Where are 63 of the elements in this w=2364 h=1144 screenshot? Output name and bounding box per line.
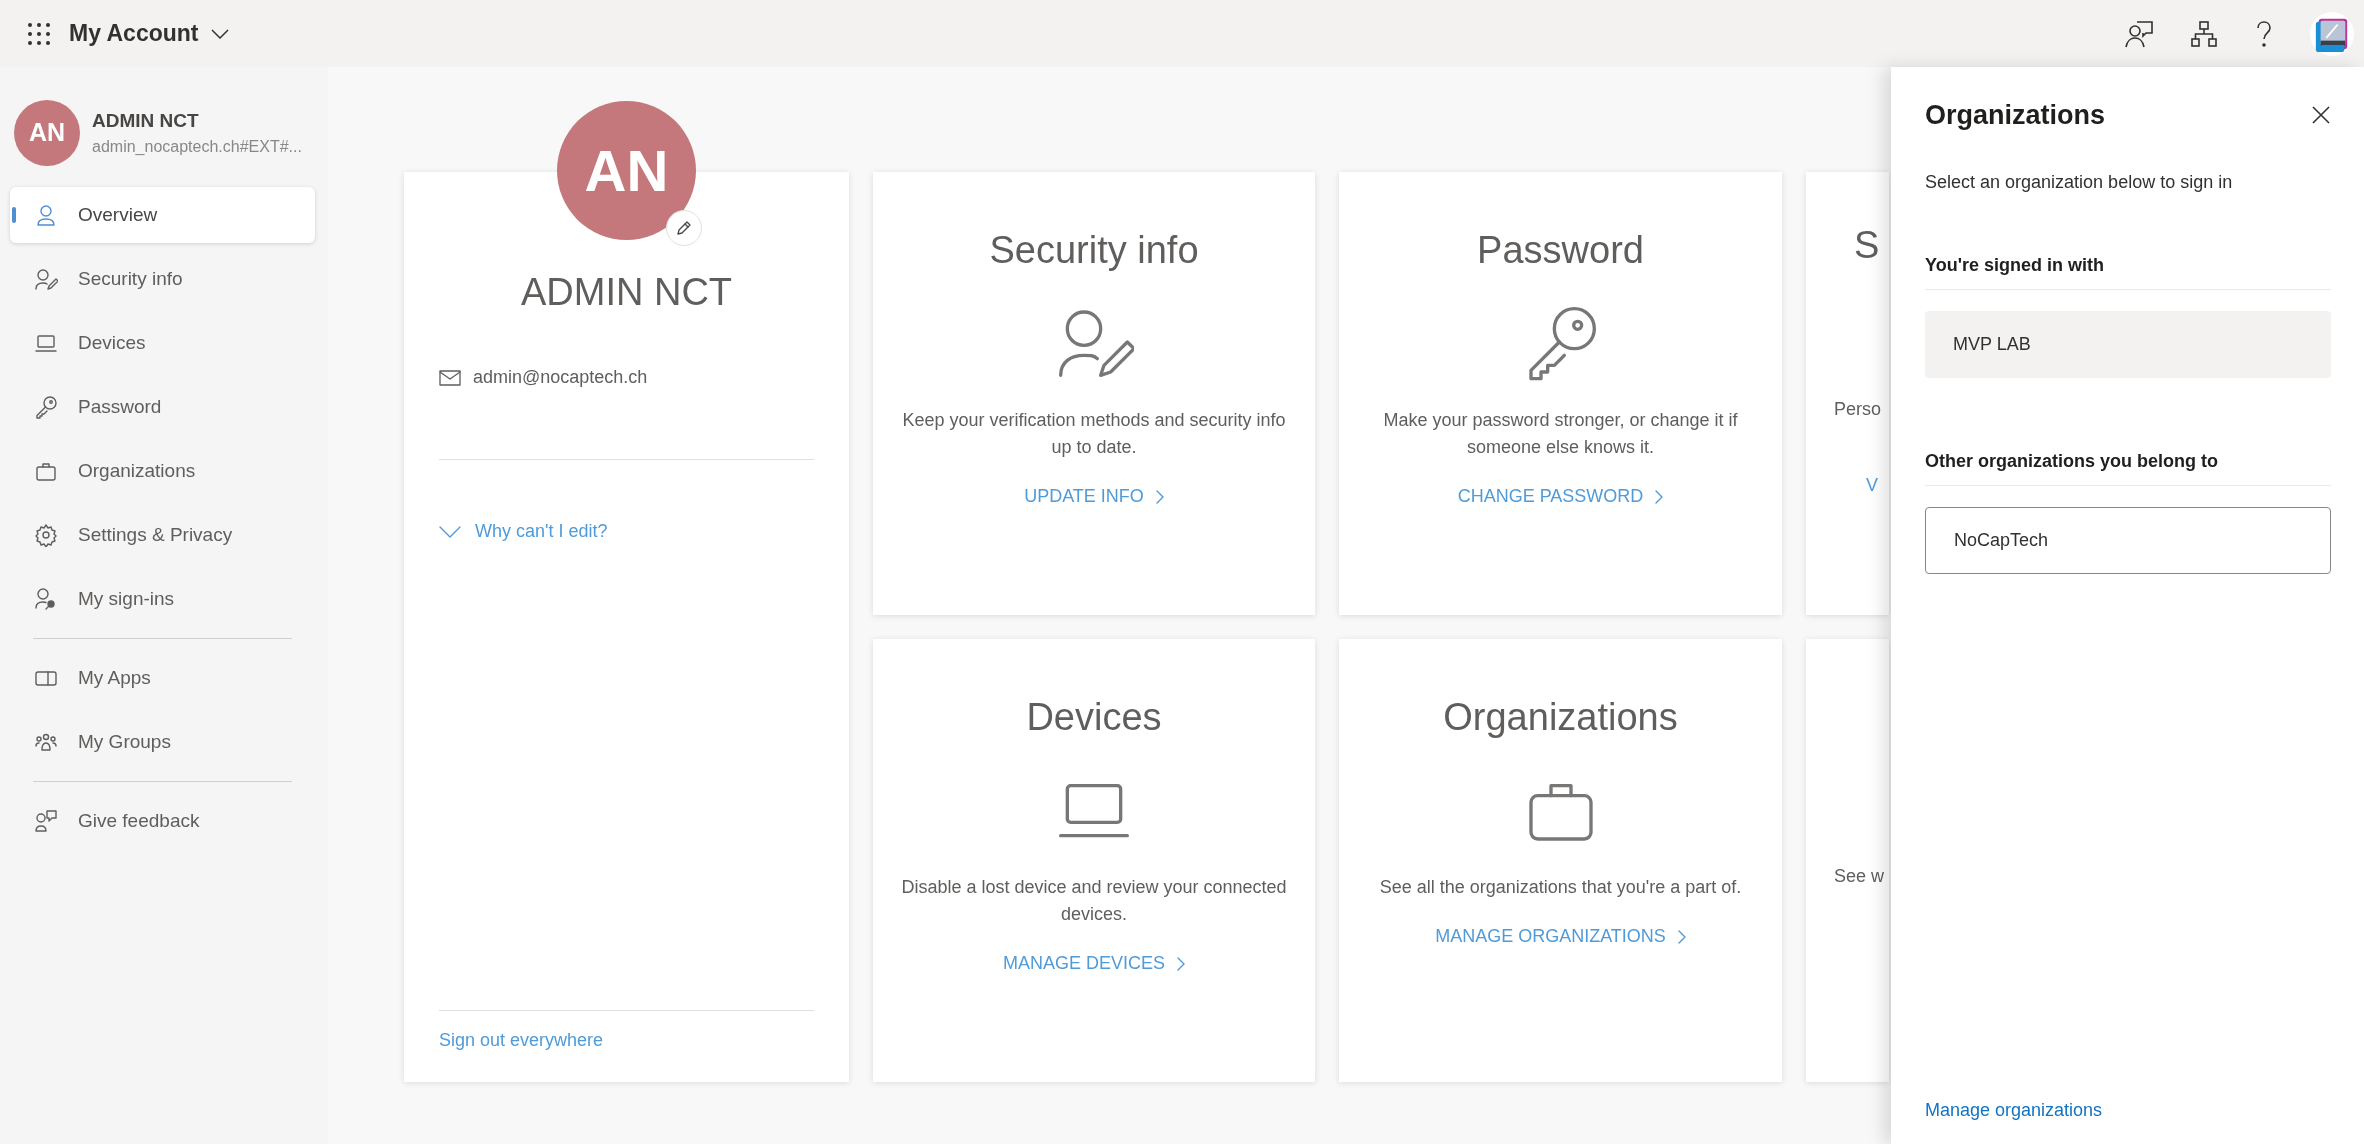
help-icon[interactable] [2254, 18, 2274, 49]
pencil-icon [675, 219, 693, 237]
section-heading: You're signed in with [1925, 251, 2331, 290]
tile-description: Make your password stronger, or change it if someone else knows it. [1382, 409, 1739, 459]
sidebar-item[interactable]: Devices [10, 315, 315, 371]
chevron-right-icon [1655, 489, 1664, 504]
why-cant-i-edit-link[interactable]: Why can't I edit? [439, 518, 608, 545]
sidebar-item[interactable]: My Apps [10, 650, 315, 706]
tile-title: Devices [1026, 695, 1162, 740]
user-name: ADMIN NCT [92, 108, 200, 133]
organization-item[interactable]: MVP LAB [1925, 310, 2331, 378]
key-icon [34, 395, 58, 419]
sidebar-item[interactable]: Overview [10, 187, 315, 243]
org-chart-icon[interactable] [2190, 19, 2218, 48]
sidebar-item[interactable]: Security info [10, 251, 315, 307]
profile-avatar: AN [557, 101, 696, 240]
sidebar-item[interactable]: Settings & Privacy [10, 507, 315, 563]
section-heading: Other organizations you belong to [1925, 447, 2331, 486]
chevron-right-icon [1155, 489, 1164, 504]
email-text: admin@nocaptech.ch [473, 366, 648, 389]
sidebar-item[interactable]: Give feedback [10, 793, 315, 849]
tile-description: Keep your verification methods and security info up to date. [901, 409, 1287, 459]
person-pencil-icon [34, 267, 58, 291]
tile-description: Disable a lost device and review your connected devices. [900, 876, 1288, 926]
person-key-icon [34, 587, 58, 611]
feedback-icon [34, 809, 58, 833]
sidebar-item[interactable]: My Groups [10, 714, 315, 770]
tile-title: Password [1477, 228, 1644, 273]
tile-description: See w [1833, 865, 1886, 888]
app-title[interactable]: My Account [69, 16, 229, 51]
mail-icon [439, 369, 461, 386]
sidebar-item[interactable]: Password [10, 379, 315, 435]
edit-photo-button[interactable] [666, 210, 702, 246]
chevron-down-icon [439, 525, 461, 538]
tile-description: See all the organizations that you're a part of. [1379, 876, 1742, 899]
tile-title: Organizations [1443, 695, 1678, 740]
panel-instruction: Select an organization below to sign in [1925, 170, 2234, 194]
gear-icon [34, 523, 58, 547]
profile-avatar-icon[interactable] [2310, 11, 2354, 56]
person-icon [34, 203, 58, 227]
chevron-right-icon [1677, 929, 1686, 944]
feedback-person-icon[interactable] [2124, 18, 2154, 49]
tile-title: S [1853, 223, 1881, 268]
chevron-right-icon [1177, 956, 1185, 971]
tile-link[interactable]: CHANGE PASSWORD [1457, 483, 1664, 510]
chevron-down-icon [210, 28, 229, 39]
sidebar-item[interactable]: Organizations [10, 443, 315, 499]
profile-name: ADMIN NCT [520, 270, 733, 315]
manage-organizations-link[interactable]: Manage organizations [1925, 1097, 2103, 1124]
app-launcher-icon[interactable] [26, 20, 52, 47]
user-account: admin_nocaptech.ch#EXT#... [92, 137, 302, 158]
user-avatar: AN [14, 100, 80, 166]
panel-title: Organizations [1925, 99, 2106, 132]
tile-link[interactable]: UPDATE INFO [1024, 483, 1164, 510]
tile-description: Perso [1833, 398, 1883, 421]
close-icon[interactable] [2311, 105, 2331, 126]
tile-link[interactable]: MANAGE ORGANIZATIONS [1435, 923, 1686, 950]
organization-item[interactable]: NoCapTech [1925, 506, 2331, 574]
sidebar-item[interactable]: My sign-ins [10, 571, 315, 627]
tile-title: Security info [989, 228, 1199, 273]
sign-out-everywhere-link[interactable]: Sign out everywhere [439, 1027, 604, 1054]
tile-link[interactable]: V [1806, 472, 1889, 499]
tile-link[interactable]: MANAGE DEVICES [1002, 950, 1185, 977]
